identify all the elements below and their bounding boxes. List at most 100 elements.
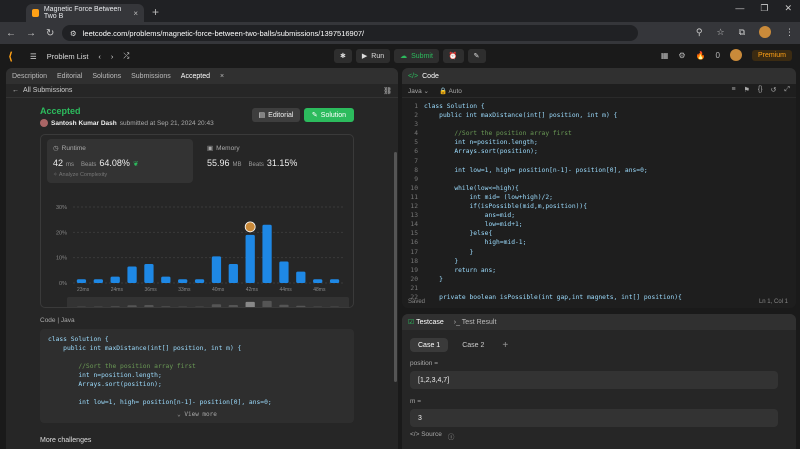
all-submissions-link[interactable]: ← All Submissions ⛓: [6, 84, 398, 98]
checkbox-icon: ☑: [408, 319, 415, 326]
source-link[interactable]: </> Source: [410, 431, 442, 441]
submit-button[interactable]: ☁ Submit: [394, 49, 439, 63]
case-1-tab[interactable]: Case 1: [410, 338, 449, 352]
autocomplete-toggle[interactable]: 🔒 Auto: [439, 87, 462, 95]
testcase-tab-label: Testcase: [416, 319, 444, 326]
next-problem-icon[interactable]: ›: [111, 52, 114, 61]
view-more-button[interactable]: ⌄ View more: [40, 410, 354, 419]
line-number: 15: [410, 230, 418, 238]
code-text: }: [424, 275, 443, 283]
editor-line: 1 class Solution {: [402, 102, 796, 111]
analyze-complexity-link[interactable]: ✧ Analyze Complexity: [53, 172, 187, 178]
author-name[interactable]: Santosh Kumar Dash: [51, 120, 117, 127]
chart-xtick-label: 42ms: [246, 287, 259, 293]
clock-icon: ◷: [53, 145, 59, 152]
leetcode-logo-icon[interactable]: ⟨: [8, 50, 20, 63]
tab-testcase[interactable]: ☑ Testcase: [408, 318, 444, 326]
site-info-icon[interactable]: ⚙: [70, 29, 77, 38]
alarm-icon: ⏰: [448, 53, 458, 60]
close-tab-icon[interactable]: ×: [133, 9, 138, 18]
problem-list-link[interactable]: Problem List: [47, 52, 89, 61]
param-position-input[interactable]: [1,2,3,4,7]: [410, 371, 778, 389]
bookmark-star-icon[interactable]: ☆: [716, 27, 724, 38]
editorial-button[interactable]: ▤ Editorial: [252, 108, 300, 122]
chart-xtick-label: 48ms: [313, 287, 326, 293]
problem-list-icon[interactable]: ☰: [30, 52, 37, 61]
prev-problem-icon[interactable]: ‹: [98, 52, 101, 61]
tab-submissions[interactable]: Submissions: [131, 73, 171, 80]
language-select[interactable]: Java ⌄: [408, 87, 429, 95]
code-text: int low=1, high= position[n-1]- position…: [424, 166, 648, 174]
help-icon[interactable]: ⓘ: [448, 431, 455, 441]
view-more-label: View more: [184, 411, 217, 418]
debug-button[interactable]: ✱: [334, 49, 352, 63]
settings-icon[interactable]: ⚙: [678, 51, 685, 60]
run-label: Run: [371, 52, 385, 60]
submission-status: Accepted: [40, 106, 81, 116]
chart-mini-bar: [279, 304, 289, 307]
memory-chip-icon: ▣: [207, 145, 214, 152]
testcase-footer: </> Source ⓘ: [410, 431, 454, 441]
add-case-icon[interactable]: +: [502, 340, 508, 351]
fullscreen-icon[interactable]: ⤢: [784, 86, 790, 94]
tab-accepted[interactable]: Accepted: [181, 73, 210, 80]
reset-icon[interactable]: ↺: [771, 86, 777, 94]
tab-test-result[interactable]: ›_ Test Result: [454, 319, 497, 326]
memory-beats-label: Beats: [248, 162, 264, 168]
analyze-label: Analyze Complexity: [58, 172, 108, 178]
runtime-value: 42: [53, 158, 64, 168]
coins-count: 0: [715, 50, 720, 60]
left-scrollbar[interactable]: [394, 152, 397, 382]
leaf-icon: ❦: [132, 161, 139, 168]
address-bar[interactable]: ⚙ leetcode.com/problems/magnetic-force-b…: [62, 25, 638, 41]
zoom-icon[interactable]: ⚲: [696, 27, 703, 38]
notes-button[interactable]: ✎: [467, 49, 486, 63]
fire-icon[interactable]: 🔥: [696, 51, 706, 60]
maximize-icon[interactable]: ❐: [760, 3, 768, 14]
link-icon[interactable]: ⛓: [383, 87, 392, 95]
line-number: 2: [414, 112, 418, 120]
new-tab-icon[interactable]: +: [152, 5, 159, 19]
extensions-icon[interactable]: ⧉: [739, 27, 745, 38]
shuffle-icon[interactable]: ⤮: [123, 51, 129, 61]
braces-icon[interactable]: {}: [758, 86, 763, 94]
user-avatar[interactable]: [729, 49, 742, 61]
back-icon[interactable]: ←: [6, 28, 16, 39]
runtime-card[interactable]: ◷ Runtime 42 ms Beats 64.08% ❦ ✧ Analyze …: [47, 139, 193, 183]
language-value: Java: [408, 87, 422, 95]
code-panel-title: Code: [422, 72, 439, 80]
tab-solutions[interactable]: Solutions: [92, 73, 121, 80]
chart-xtick-label: 23ms: [77, 287, 90, 293]
menu-dots-icon[interactable]: ⋮: [785, 27, 794, 38]
timer-button[interactable]: ⏰: [442, 49, 464, 63]
source-label: Source: [421, 431, 442, 438]
premium-button[interactable]: Premium: [751, 49, 792, 61]
chart-bar: [262, 224, 272, 283]
tab-description[interactable]: Description: [12, 73, 47, 80]
bookmark-icon[interactable]: ⚑: [744, 86, 750, 94]
layout-icon[interactable]: ▦: [661, 51, 669, 60]
testcase-panel: ☑ Testcase ›_ Test Result Case 1 Case 2 …: [402, 314, 796, 449]
code-panel: </> Code Java ⌄ 🔒 Auto ≡ ⚑ {} ↺ ⤢ 1 class…: [402, 68, 796, 308]
param-position-label: position =: [410, 360, 439, 367]
forward-icon[interactable]: →: [26, 28, 36, 39]
code-editor[interactable]: 1 class Solution {2 public int maxDistanc…: [402, 100, 796, 301]
browser-tab[interactable]: Magnetic Force Between Two B ×: [26, 4, 144, 22]
cursor-position: Ln 1, Col 1: [758, 299, 788, 305]
profile-avatar[interactable]: [759, 26, 771, 38]
param-m-input[interactable]: 3: [410, 409, 778, 427]
close-window-icon[interactable]: ✕: [784, 3, 792, 14]
editor-line: 13 ans=mid;: [402, 211, 796, 220]
minimize-icon[interactable]: —: [735, 3, 744, 14]
tab-editorial[interactable]: Editorial: [57, 73, 82, 80]
format-icon[interactable]: ≡: [731, 86, 735, 94]
chart-ytick-label: 20%: [56, 230, 67, 236]
case-2-tab[interactable]: Case 2: [454, 338, 492, 352]
saved-status: Saved: [408, 299, 426, 305]
reload-icon[interactable]: ↻: [46, 28, 54, 39]
run-button[interactable]: ▶ Run: [355, 49, 391, 63]
memory-card[interactable]: ▣ Memory 55.96 MB Beats 31.15%: [201, 139, 341, 183]
code-preview: class Solution { public int maxDistance(…: [40, 329, 354, 423]
solution-button[interactable]: ✎ Solution: [304, 108, 354, 122]
close-tab-accepted-icon[interactable]: ×: [220, 73, 224, 80]
